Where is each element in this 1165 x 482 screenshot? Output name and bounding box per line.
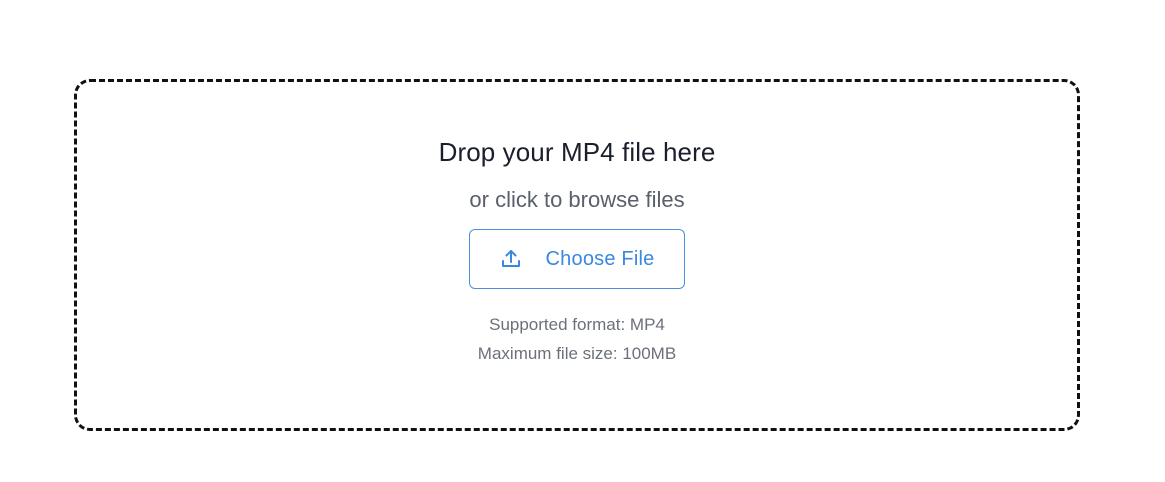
dropzone-subtitle: or click to browse files: [469, 187, 685, 212]
max-file-size-text: Maximum file size: 100MB: [477, 344, 677, 363]
supported-format-text: Supported format: MP4: [489, 315, 665, 334]
dropzone-title: Drop your MP4 file here: [438, 137, 716, 167]
upload-icon: [500, 248, 522, 270]
file-dropzone[interactable]: Drop your MP4 file here or click to brow…: [74, 79, 1080, 431]
choose-file-button[interactable]: Choose File: [469, 229, 685, 289]
page: Drop your MP4 file here or click to brow…: [0, 0, 1165, 482]
choose-file-label: Choose File: [545, 247, 655, 270]
